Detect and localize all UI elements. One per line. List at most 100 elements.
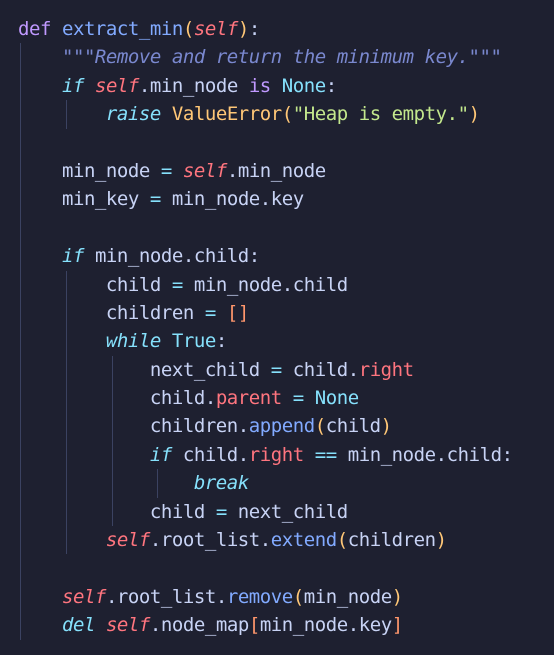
code-token-plain: min_node.child: <box>83 245 260 268</box>
code-block[interactable]: def extract_min(self): """Remove and ret… <box>18 15 513 640</box>
indent-guide <box>20 327 21 356</box>
indent-guide <box>20 611 21 640</box>
indent-guide <box>20 100 21 129</box>
indent-guide <box>20 128 21 157</box>
code-line: child = min_node.child <box>18 270 513 299</box>
code-token-op: = <box>270 358 282 381</box>
code-editor[interactable]: def extract_min(self): """Remove and ret… <box>0 0 554 655</box>
code-token-prop: parent <box>215 387 282 410</box>
code-token-kw-i: if <box>61 245 84 268</box>
code-token-plain: .root_list. <box>149 529 271 552</box>
code-line: min_node = self.min_node <box>18 156 513 186</box>
code-token-kw-i: raise <box>105 103 161 126</box>
code-token-paren: ) <box>391 585 403 608</box>
code-line: def extract_min(self): <box>18 15 513 43</box>
code-line: child = next_child <box>18 497 513 527</box>
code-token-op: = <box>149 188 161 211</box>
code-token-op: == <box>314 443 337 466</box>
code-token-self: self <box>105 614 150 637</box>
code-token-paren: ( <box>314 415 326 438</box>
code-token-bracket: ] <box>391 614 403 637</box>
code-token-plain: min_node <box>61 159 161 182</box>
indent-guide <box>20 71 21 101</box>
code-token-fn: remove <box>226 585 293 608</box>
code-line: children = [] <box>18 298 513 328</box>
code-token-plain: child <box>149 500 216 523</box>
indent-guide <box>20 213 21 243</box>
indent-guide <box>20 469 21 498</box>
code-token-plain: .min_node <box>138 74 249 97</box>
code-token-paren: ) <box>237 18 249 40</box>
indent-guide <box>65 327 67 356</box>
indent-guide <box>65 497 67 527</box>
code-line: self.root_list.remove(min_node) <box>18 582 513 612</box>
code-token-prop: right <box>358 358 414 381</box>
code-token-self: self <box>182 159 227 182</box>
indent-guide <box>20 526 21 555</box>
code-line <box>18 213 513 243</box>
code-token-kw-i: if <box>61 74 84 97</box>
code-token-plain: : <box>215 330 227 353</box>
code-token-plain: : <box>248 18 260 40</box>
indent-guide <box>111 384 113 413</box>
code-line: child.parent = None <box>18 384 513 413</box>
code-token-plain: min_node.key <box>259 614 392 637</box>
code-token-plain: min_key <box>61 188 150 211</box>
code-line: if self.min_node is None: <box>18 71 513 101</box>
code-token-str: "Heap is empty." <box>292 103 469 126</box>
code-token-paren: ) <box>468 103 480 126</box>
code-line: children.append(child) <box>18 412 513 441</box>
code-line: break <box>18 469 513 498</box>
indent-guide <box>20 554 21 583</box>
code-token-kw: is <box>248 74 271 97</box>
indent-guide <box>20 497 21 527</box>
code-token-kw-i: while <box>105 330 161 353</box>
indent-guide <box>20 355 21 385</box>
indent-guide <box>20 156 21 186</box>
indent-guide <box>111 469 113 498</box>
indent-guide <box>20 384 21 413</box>
indent-guide <box>111 355 113 385</box>
indent-guide <box>20 298 21 328</box>
indent-guide <box>20 270 21 299</box>
code-token-self: self <box>94 74 139 97</box>
code-line: while True: <box>18 327 513 356</box>
code-token-plain: children <box>105 301 205 324</box>
code-token-op: = <box>292 387 304 410</box>
code-token-plain: next_child <box>226 500 348 523</box>
code-token-plain: children <box>347 529 436 552</box>
indent-guide <box>65 270 67 299</box>
code-token-kw: def <box>18 18 51 40</box>
code-token-kw-i: break <box>193 472 249 495</box>
code-token-paren: ( <box>292 585 304 608</box>
code-token-const: None <box>314 387 359 410</box>
indent-guide <box>65 298 67 328</box>
code-token-plain: min_node <box>303 585 392 608</box>
code-token-plain: : <box>325 74 337 97</box>
code-token-fn: append <box>248 415 315 438</box>
code-token-self: self <box>61 585 106 608</box>
indent-guide <box>65 100 67 129</box>
code-token-plain: next_child <box>149 358 271 381</box>
code-line: del self.node_map[min_node.key] <box>18 611 513 640</box>
